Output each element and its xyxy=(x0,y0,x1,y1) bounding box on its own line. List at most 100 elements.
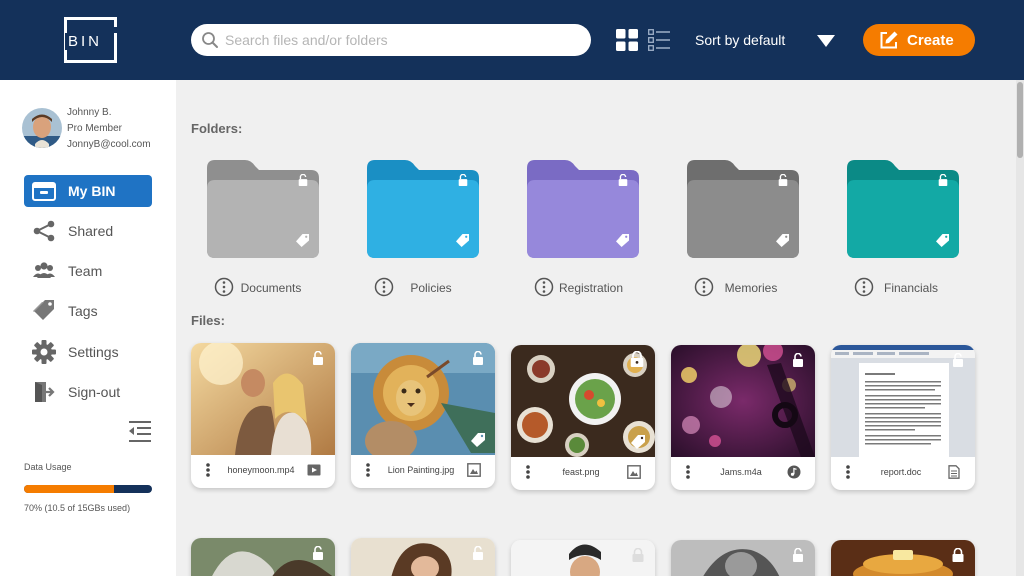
unlock-icon[interactable] xyxy=(471,351,485,365)
files-section-title: Files: xyxy=(191,313,225,328)
scrollbar-thumb[interactable] xyxy=(1017,82,1023,158)
edit-icon xyxy=(880,31,898,49)
unlock-icon[interactable] xyxy=(311,351,325,365)
create-button[interactable]: Create xyxy=(863,24,975,56)
image-icon xyxy=(467,463,481,477)
grid-view-icon[interactable] xyxy=(616,29,638,51)
share-icon xyxy=(33,220,55,242)
unlock-icon[interactable] xyxy=(777,174,789,186)
sidebar: Johnny B. Pro Member JonnyB@cool.com My … xyxy=(0,80,176,576)
file-card[interactable] xyxy=(831,540,975,576)
unlock-icon[interactable] xyxy=(791,353,805,367)
header: BIN Sort by default xyxy=(0,0,1024,80)
data-usage-fill xyxy=(24,485,114,493)
folder-label: Policies xyxy=(410,281,452,295)
file-card[interactable] xyxy=(511,540,655,576)
folder-label: Memories xyxy=(724,281,778,295)
sidebar-item-label: Tags xyxy=(68,303,98,319)
sidebar-item-sign-out[interactable]: Sign-out xyxy=(24,376,152,408)
folder-label: Registration xyxy=(558,281,624,295)
list-view-icon[interactable] xyxy=(648,29,670,51)
sidebar-item-label: Sign-out xyxy=(68,384,121,400)
file-name: report.doc xyxy=(880,467,922,477)
more-options-icon[interactable] xyxy=(525,464,531,480)
sidebar-item-team[interactable]: Team xyxy=(24,255,152,287)
search-bar[interactable] xyxy=(191,24,591,56)
folder-documents[interactable]: Documents xyxy=(207,160,319,300)
unlock-icon[interactable] xyxy=(471,546,485,560)
data-usage-text: 70% (10.5 of 15GBs used) xyxy=(24,503,131,513)
sidebar-item-label: My BIN xyxy=(68,183,116,199)
unlock-icon[interactable] xyxy=(457,174,469,186)
file-name: Lion Painting.jpg xyxy=(387,465,455,475)
avatar[interactable] xyxy=(22,108,62,148)
gear-icon xyxy=(32,340,56,364)
image-icon xyxy=(627,465,641,479)
create-button-label: Create xyxy=(907,32,954,49)
tag-icon[interactable] xyxy=(776,234,789,247)
signout-icon xyxy=(35,382,55,402)
tag-icon[interactable] xyxy=(936,234,949,247)
user-name: Johnny B. xyxy=(67,107,112,118)
unlock-icon[interactable] xyxy=(951,353,965,367)
file-card[interactable]: Lion Painting.jpg xyxy=(351,343,495,488)
vertical-scrollbar[interactable] xyxy=(1016,80,1024,576)
sidebar-item-my-bin[interactable]: My BIN xyxy=(24,175,152,207)
file-card[interactable]: report.doc xyxy=(831,345,975,490)
file-card[interactable] xyxy=(351,538,495,576)
tag-icon[interactable] xyxy=(456,234,469,247)
folder-financials[interactable]: Financials xyxy=(847,160,959,300)
tag-icon[interactable] xyxy=(616,234,629,247)
collapse-sidebar-icon[interactable] xyxy=(128,420,152,444)
search-input[interactable] xyxy=(225,24,575,56)
sort-dropdown-label[interactable]: Sort by default xyxy=(695,32,785,48)
sidebar-item-label: Shared xyxy=(68,223,114,239)
tag-icon[interactable] xyxy=(631,435,645,449)
folders-section-title: Folders: xyxy=(191,121,243,136)
tag-icon[interactable] xyxy=(471,433,485,447)
folder-memories[interactable]: Memories xyxy=(687,160,799,300)
user-role: Pro Member xyxy=(67,123,123,134)
sidebar-item-settings[interactable]: Settings xyxy=(24,336,152,368)
file-card[interactable]: feast.png xyxy=(511,345,655,490)
folder-label: Financials xyxy=(883,281,939,295)
music-icon xyxy=(787,465,801,479)
folder-label: Documents xyxy=(240,281,302,295)
video-icon xyxy=(307,464,321,476)
lock-icon[interactable] xyxy=(629,351,645,367)
unlock-icon[interactable] xyxy=(937,174,949,186)
sidebar-item-label: Settings xyxy=(68,344,119,360)
tag-icon[interactable] xyxy=(296,234,309,247)
more-options-icon[interactable] xyxy=(845,464,851,480)
data-usage-bar xyxy=(24,485,152,493)
more-options-icon[interactable] xyxy=(365,462,371,478)
file-card[interactable]: honeymoon.mp4 xyxy=(191,343,335,488)
lock-icon[interactable] xyxy=(951,548,965,562)
team-icon xyxy=(33,262,55,278)
tags-icon xyxy=(33,300,54,320)
file-name: honeymoon.mp4 xyxy=(227,465,295,475)
file-card[interactable] xyxy=(671,540,815,576)
file-name: Jams.m4a xyxy=(720,467,762,477)
logo-text: BIN xyxy=(65,33,105,50)
bin-logo[interactable]: BIN xyxy=(64,17,117,63)
chevron-down-icon[interactable] xyxy=(817,35,835,47)
folder-registration[interactable]: Registration xyxy=(527,160,639,300)
unlock-icon[interactable] xyxy=(297,174,309,186)
data-usage-title: Data Usage xyxy=(24,462,72,472)
document-icon xyxy=(948,465,960,479)
user-email: JonnyB@cool.com xyxy=(67,139,151,150)
file-card[interactable]: Jams.m4a xyxy=(671,345,815,490)
more-options-icon[interactable] xyxy=(205,462,211,478)
file-card[interactable] xyxy=(191,538,335,576)
lock-icon[interactable] xyxy=(631,548,645,562)
folder-policies[interactable]: Policies xyxy=(367,160,479,300)
more-options-icon[interactable] xyxy=(685,464,691,480)
unlock-icon[interactable] xyxy=(617,174,629,186)
file-name: feast.png xyxy=(562,467,600,477)
sidebar-item-shared[interactable]: Shared xyxy=(24,215,152,247)
sidebar-item-label: Team xyxy=(68,263,103,279)
unlock-icon[interactable] xyxy=(311,546,325,560)
sidebar-item-tags[interactable]: Tags xyxy=(24,295,152,327)
unlock-icon[interactable] xyxy=(791,548,805,562)
